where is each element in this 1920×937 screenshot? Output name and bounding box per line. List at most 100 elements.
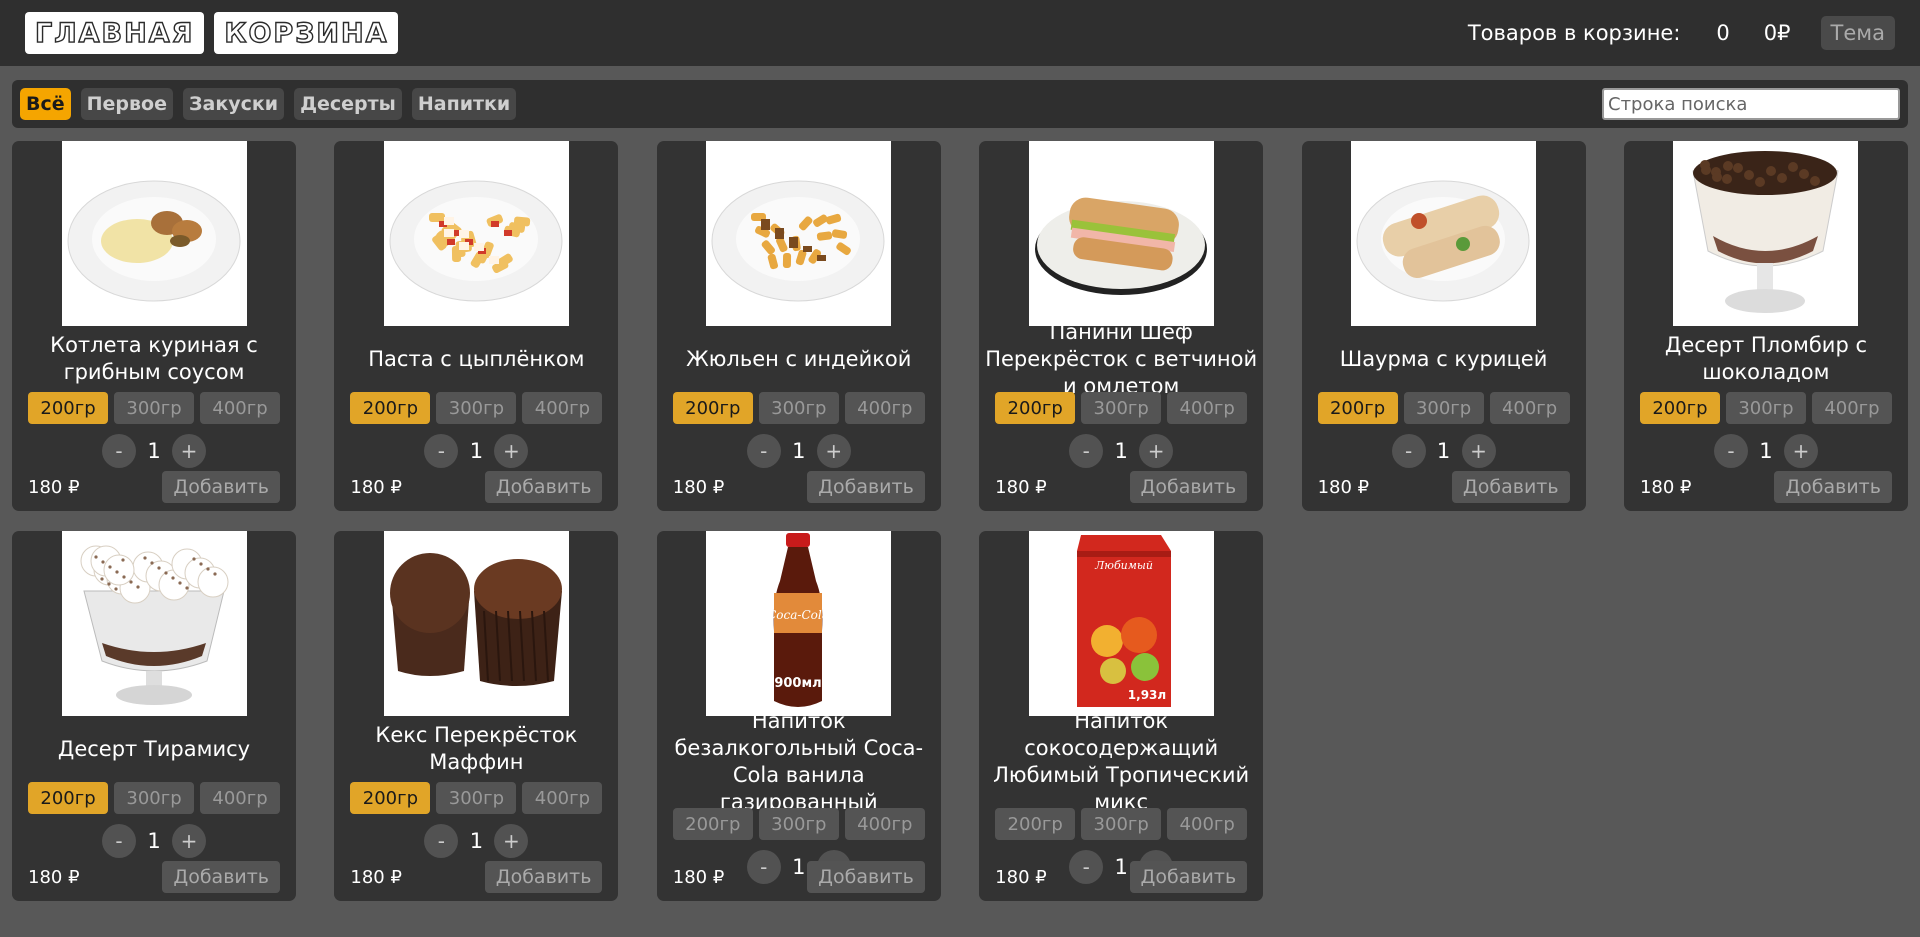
julienne-plate-image [706,141,892,326]
size-option[interactable]: 400гр [1167,808,1248,840]
increase-button[interactable]: + [816,434,851,468]
size-selector: 200гр 300гр 400гр [350,392,603,424]
size-option[interactable]: 300гр [1403,392,1484,424]
increase-button[interactable]: + [1461,434,1496,468]
add-to-cart-button[interactable]: Добавить [1451,471,1570,503]
size-option[interactable]: 400гр [844,808,925,840]
product-price: 180 ₽ [1317,476,1370,498]
decrease-button[interactable]: - [424,824,459,858]
decrease-button[interactable]: - [102,824,136,858]
size-option[interactable]: 400гр [522,392,603,424]
quantity-value: 1 [792,439,806,463]
quantity-stepper: - 1 + [1391,434,1496,468]
product-name: Кекс Перекрёсток Маффин [375,723,578,774]
size-option[interactable]: 300гр [114,392,194,424]
size-option[interactable]: 200гр [672,808,753,840]
size-option[interactable]: 300гр [436,782,517,814]
product-price: 180 ₽ [350,476,402,498]
size-selector: 200гр 300гр 400гр [1639,392,1892,424]
size-option[interactable]: 300гр [758,808,839,840]
quantity-value: 1 [147,439,161,463]
quantity-value: 1 [1114,439,1128,463]
size-option[interactable]: 400гр [1489,392,1570,424]
size-option[interactable]: 400гр [844,392,925,424]
muffin-image [383,531,569,716]
product-name: Жюльен с индейкой [686,346,912,371]
size-option[interactable]: 400гр [200,392,280,424]
decrease-button[interactable]: - [1069,434,1104,468]
size-option[interactable]: 200гр [995,808,1076,840]
top-bar: ГЛАВНАЯ КОРЗИНА Товаров в корзине: 0 0₽ … [0,0,1920,66]
product-card: Десерт Тирамису 200гр 300гр 400гр - 1 + 18… [12,531,296,901]
nav-cart-button[interactable]: КОРЗИНА [214,12,399,54]
increase-button[interactable]: + [1783,434,1818,468]
category-tab[interactable]: Закуски [183,88,285,120]
size-option[interactable]: 200гр [1639,392,1720,424]
card-footer: 180 ₽ Добавить [1318,471,1570,503]
size-option[interactable]: 300гр [114,782,194,814]
card-footer: 180 ₽ Добавить [995,861,1248,893]
svg-text:Любимый: Любимый [1094,559,1153,572]
add-to-cart-button[interactable]: Добавить [807,861,925,893]
theme-button[interactable]: Тема [1820,16,1895,50]
search-input[interactable] [1602,88,1900,120]
category-tab[interactable]: Напитки [411,88,517,120]
increase-button[interactable]: + [172,824,206,858]
size-option[interactable]: 400гр [522,782,603,814]
product-price: 180 ₽ [995,866,1047,888]
product-grid: Котлета куриная с грибным соусом 200гр 30… [12,141,1908,901]
product-name: Паста с цыплёнком [368,346,585,371]
add-to-cart-button[interactable]: Добавить [1774,471,1892,503]
size-option[interactable]: 300гр [1725,392,1806,424]
size-option[interactable]: 300гр [1081,392,1162,424]
increase-button[interactable]: + [494,824,529,858]
size-selector: 200гр 300гр 400гр [350,782,603,814]
size-option[interactable]: 300гр [436,392,517,424]
quantity-stepper: - 1 + [1713,434,1818,468]
increase-button[interactable]: + [494,434,529,468]
tiramisu-dessert-image [61,531,247,716]
decrease-button[interactable]: - [746,434,781,468]
product-name: Напиток сокосодержащий Любимый Тропическ… [993,709,1250,814]
decrease-button[interactable]: - [1713,434,1748,468]
product-card: Паста с цыплёнком 200гр 300гр 400гр - 1 + … [334,141,619,511]
increase-button[interactable]: + [1139,434,1174,468]
add-to-cart-button[interactable]: Добавить [484,471,603,503]
size-option[interactable]: 400гр [1167,392,1248,424]
product-card: Панини Шеф Перекрёсток с ветчиной и омле… [979,141,1264,511]
size-option[interactable]: 200гр [28,392,108,424]
decrease-button[interactable]: - [424,434,459,468]
cola-bottle-image: Coca-Cola 900мл [706,531,892,716]
product-price: 180 ₽ [28,476,80,498]
decrease-button[interactable]: - [1391,434,1426,468]
size-option[interactable]: 200гр [995,392,1076,424]
size-option[interactable]: 300гр [758,392,839,424]
quantity-stepper: - 1 + [1069,434,1174,468]
decrease-button[interactable]: - [102,434,136,468]
size-option[interactable]: 400гр [200,782,280,814]
category-tab[interactable]: Десерты [294,88,402,120]
add-to-cart-button[interactable]: Добавить [1129,471,1248,503]
nav-home-button[interactable]: ГЛАВНАЯ [25,12,205,54]
add-to-cart-button[interactable]: Добавить [162,861,280,893]
size-option[interactable]: 200гр [350,392,431,424]
quantity-value: 1 [469,829,484,853]
size-option[interactable]: 200гр [28,782,108,814]
product-card: Жюльен с индейкой 200гр 300гр 400гр - 1 + … [656,141,941,511]
category-tab[interactable]: Всё [20,88,71,120]
add-to-cart-button[interactable]: Добавить [1129,861,1248,893]
add-to-cart-button[interactable]: Добавить [162,471,280,503]
product-card: Шаурма с курицей 200гр 300гр 400гр - 1 + 1… [1301,141,1586,511]
add-to-cart-button[interactable]: Добавить [807,471,925,503]
category-tab[interactable]: Первое [80,88,173,120]
size-option[interactable]: 200гр [350,782,431,814]
svg-text:Coca-Cola: Coca-Cola [767,608,829,622]
add-to-cart-button[interactable]: Добавить [484,861,603,893]
increase-button[interactable]: + [172,434,206,468]
product-price: 180 ₽ [672,866,725,888]
quantity-value: 1 [147,829,161,853]
size-option[interactable]: 400гр [1811,392,1892,424]
size-option[interactable]: 200гр [1317,392,1398,424]
size-option[interactable]: 200гр [672,392,753,424]
size-option[interactable]: 300гр [1081,808,1162,840]
